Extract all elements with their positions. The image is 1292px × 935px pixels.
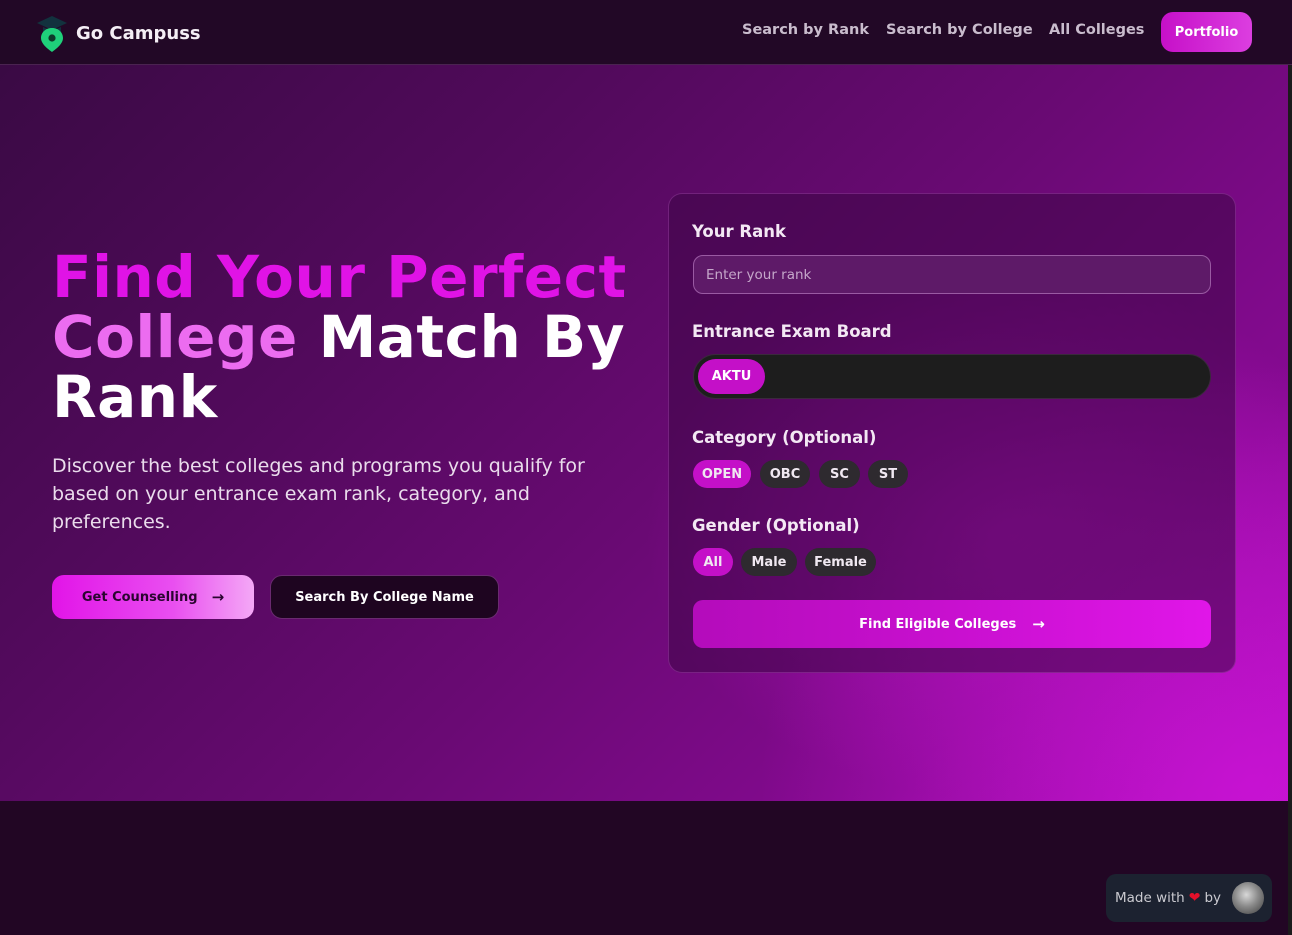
arrow-right-icon: → (1032, 615, 1045, 633)
arrow-right-icon: → (211, 588, 225, 606)
find-eligible-colleges-label: Find Eligible Colleges (859, 616, 1017, 632)
get-counselling-button[interactable]: Get Counselling → (52, 575, 254, 619)
category-chip-sc[interactable]: SC (819, 460, 860, 488)
hero-title-part2: College (52, 303, 298, 371)
hero-title-part4: Rank (52, 363, 218, 431)
hero-title-part1: Find Your Perfect (52, 243, 627, 311)
page-edge (1288, 65, 1292, 935)
portfolio-button[interactable]: Portfolio (1161, 12, 1252, 52)
hero-title-part3: Match By (318, 303, 626, 371)
brand-name: Go Campuss (76, 22, 201, 44)
gender-label: Gender (Optional) (692, 516, 860, 535)
board-selector (693, 354, 1211, 399)
category-chip-open[interactable]: OPEN (693, 460, 751, 488)
hero-title: Find Your Perfect College Match By Rank (52, 247, 652, 427)
category-label: Category (Optional) (692, 428, 877, 447)
rank-label: Your Rank (692, 222, 786, 241)
category-chip-obc[interactable]: OBC (760, 460, 810, 488)
hero-subtitle: Discover the best colleges and programs … (52, 455, 585, 533)
made-with-text: Made with (1115, 890, 1185, 906)
rank-input[interactable]: Enter your rank (693, 255, 1211, 294)
gender-chip-female[interactable]: Female (805, 548, 876, 576)
gender-chip-male[interactable]: Male (741, 548, 797, 576)
board-label: Entrance Exam Board (692, 322, 892, 341)
category-chip-st[interactable]: ST (868, 460, 908, 488)
graduation-cap-logo-icon (37, 16, 67, 52)
nav-link-search-by-rank[interactable]: Search by Rank (742, 22, 869, 38)
brand-logo[interactable]: Go Campuss (36, 14, 201, 52)
get-counselling-label: Get Counselling (81, 589, 198, 605)
top-navbar: Go Campuss Search by Rank Search by Coll… (0, 0, 1292, 65)
search-by-college-name-button[interactable]: Search By College Name (270, 575, 499, 619)
board-option-aktu[interactable]: AKTU (698, 359, 765, 394)
heart-icon: ❤ (1188, 890, 1201, 906)
by-text: by (1204, 890, 1222, 906)
avatar[interactable] (1232, 882, 1264, 914)
nav-link-search-by-college[interactable]: Search by College (886, 22, 1033, 38)
nav-link-all-colleges[interactable]: All Colleges (1049, 22, 1144, 38)
find-eligible-colleges-button[interactable]: Find Eligible Colleges → (693, 600, 1211, 648)
gender-chip-all[interactable]: All (693, 548, 733, 576)
